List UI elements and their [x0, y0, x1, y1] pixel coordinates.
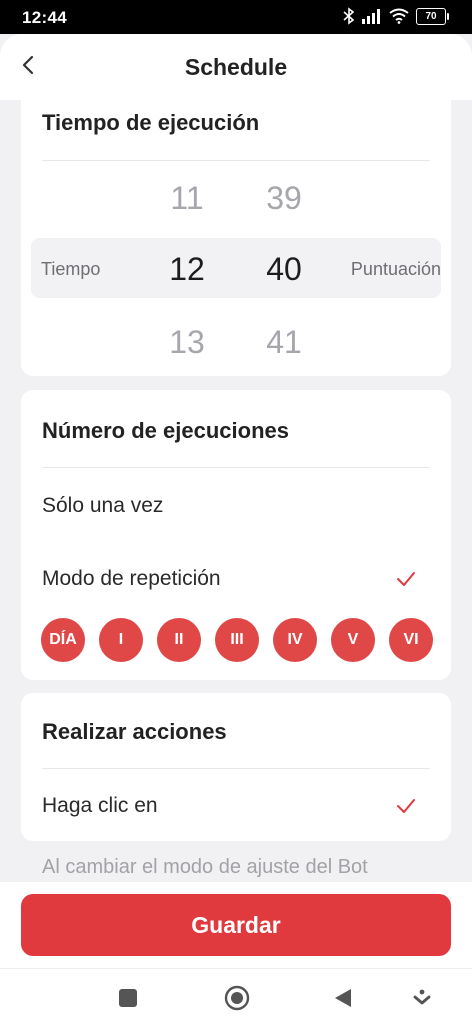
signal-icon [362, 9, 380, 24]
checkmark-icon [397, 799, 415, 813]
home-icon [224, 985, 250, 1011]
day-button-iv[interactable]: IV [273, 618, 317, 662]
page-title: Schedule [184, 54, 288, 80]
divider [42, 160, 430, 161]
repeat-option[interactable]: Modo de repetición [42, 567, 221, 591]
checkmark-icon [397, 572, 415, 586]
day-button-dia[interactable]: DÍA [41, 618, 85, 662]
once-option[interactable]: Sólo una vez [42, 494, 163, 518]
recents-button[interactable] [112, 982, 144, 1014]
nav-back-icon [335, 989, 351, 1007]
actions-card: Realizar acciones Haga clic en [21, 693, 451, 841]
actions-title: Realizar acciones [42, 719, 227, 744]
status-icons: 70 [343, 7, 449, 25]
battery-icon: 70 [416, 7, 449, 25]
minute-selected[interactable]: 40 [254, 251, 314, 288]
nav-back-button[interactable] [327, 982, 359, 1014]
status-bar: 12:44 70 [0, 0, 472, 34]
hour-option-above[interactable]: 11 [157, 180, 217, 217]
recents-icon [119, 989, 137, 1007]
nav-menu-button[interactable] [406, 982, 438, 1014]
picker-right-label: Puntuación [350, 259, 441, 279]
day-button-i[interactable]: I [99, 618, 143, 662]
hour-option-below[interactable]: 13 [157, 324, 217, 361]
home-button[interactable] [221, 982, 253, 1014]
nav-menu-icon [413, 989, 431, 1005]
day-button-vi[interactable]: VI [389, 618, 433, 662]
save-button[interactable]: Guardar [21, 894, 451, 956]
run-time-title: Tiempo de ejecución [42, 110, 260, 135]
system-nav-bar [0, 972, 472, 1024]
app-header: Schedule [0, 34, 472, 100]
minute-option-below[interactable]: 41 [254, 324, 314, 361]
bluetooth-icon [343, 7, 355, 25]
hour-selected[interactable]: 12 [157, 251, 217, 288]
wifi-icon [389, 8, 409, 24]
day-button-iii[interactable]: III [215, 618, 259, 662]
day-button-ii[interactable]: II [157, 618, 201, 662]
executions-title: Número de ejecuciones [42, 418, 289, 443]
picker-left-label: Tiempo [41, 259, 101, 279]
divider [42, 768, 430, 769]
status-time: 12:44 [22, 8, 67, 27]
hint-text: Al cambiar el modo de ajuste del Bot [42, 856, 368, 878]
run-time-card: Tiempo de ejecución Tiempo Puntuación 11… [21, 100, 451, 376]
weekday-selector: DÍA I II III IV V VI [41, 618, 433, 662]
day-button-v[interactable]: V [331, 618, 375, 662]
minute-option-above[interactable]: 39 [254, 180, 314, 217]
divider [42, 467, 430, 468]
click-option[interactable]: Haga clic en [42, 794, 158, 818]
executions-card: Número de ejecuciones Sólo una vez Modo … [21, 390, 451, 680]
divider [0, 968, 472, 969]
